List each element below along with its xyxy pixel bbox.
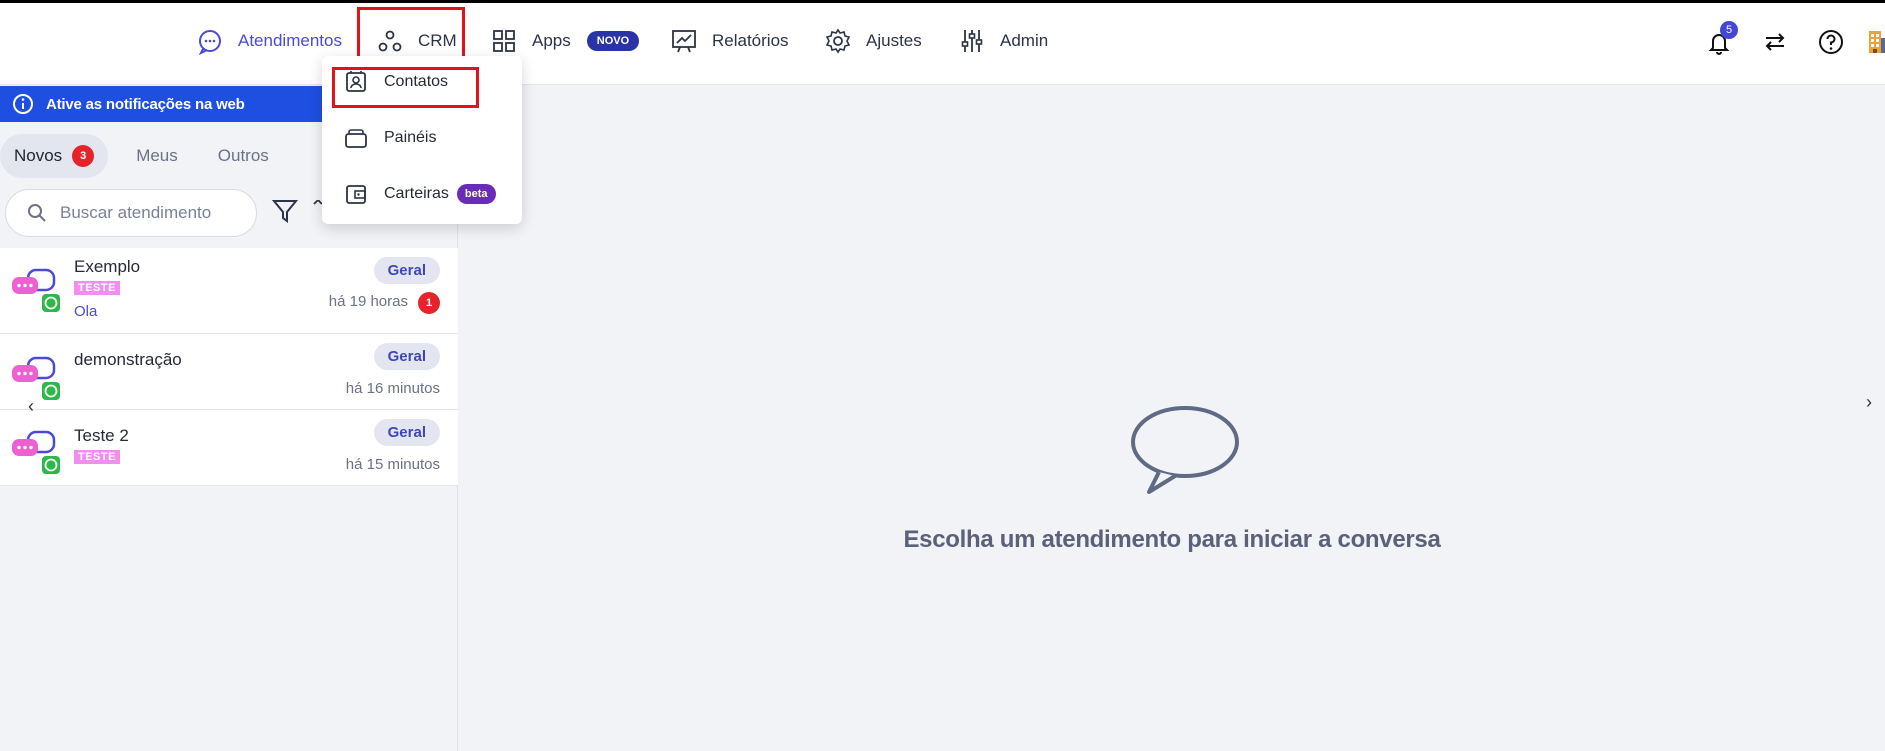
banner-text: Ative as notificações na web bbox=[46, 95, 245, 113]
contact-name: Exemplo bbox=[74, 257, 141, 276]
queue-badge: Geral bbox=[373, 419, 440, 446]
notifications-button[interactable]: 5 bbox=[1702, 21, 1738, 59]
whatsapp-chat-avatar-icon bbox=[10, 424, 62, 476]
chat-bubble-icon bbox=[198, 30, 221, 55]
filter-icon bbox=[271, 200, 299, 223]
help-circle-icon bbox=[1819, 30, 1843, 54]
nav-relatorios[interactable]: Relatórios bbox=[670, 25, 789, 57]
contact-name: Teste 2 bbox=[74, 426, 129, 445]
gear-icon bbox=[825, 28, 851, 54]
nav-relatorios-label: Relatórios bbox=[712, 31, 789, 50]
filter-button[interactable] bbox=[270, 196, 300, 230]
nav-crm[interactable]: CRM bbox=[376, 25, 457, 57]
grid-icon bbox=[493, 30, 515, 52]
novos-count-badge: 3 bbox=[72, 145, 95, 167]
notification-count-badge: 5 bbox=[1720, 21, 1738, 39]
menu-item-carteiras-label: Carteiras bbox=[384, 185, 449, 202]
company-button[interactable] bbox=[1861, 25, 1885, 59]
search-input[interactable] bbox=[60, 203, 240, 223]
conversation-area: Escolha um atendimento para iniciar a co… bbox=[459, 86, 1885, 751]
contact-name: demonstração bbox=[74, 350, 182, 369]
info-icon bbox=[13, 94, 33, 114]
search-icon bbox=[28, 204, 46, 222]
menu-item-carteiras[interactable]: Carteiras beta bbox=[322, 172, 522, 216]
tab-outros-label: Outros bbox=[217, 146, 269, 165]
whatsapp-chat-avatar-icon bbox=[10, 350, 62, 402]
last-activity-time: há 16 minutos bbox=[345, 380, 440, 397]
tab-novos-label: Novos bbox=[14, 146, 63, 165]
tab-novos[interactable]: Novos 3 bbox=[0, 134, 109, 178]
building-icon bbox=[1869, 31, 1885, 53]
top-navigation-bar: Atendimentos CRM Apps NOVO Relatórios Aj… bbox=[0, 3, 1885, 85]
last-activity-time: há 15 minutos bbox=[345, 456, 440, 473]
nav-ajustes[interactable]: Ajustes bbox=[824, 25, 922, 57]
contact-card-icon bbox=[346, 71, 366, 92]
new-badge: NOVO bbox=[586, 31, 640, 51]
search-box bbox=[5, 189, 257, 237]
nav-crm-label: CRM bbox=[418, 31, 457, 50]
menu-item-paineis-label: Painéis bbox=[384, 129, 437, 146]
nav-atendimentos[interactable]: Atendimentos bbox=[196, 25, 342, 57]
tab-meus[interactable]: Meus bbox=[122, 134, 192, 178]
speech-bubble-icon bbox=[1131, 406, 1239, 494]
unread-count-badge: 1 bbox=[418, 292, 440, 314]
chevron-right-icon[interactable]: › bbox=[1866, 392, 1872, 413]
chart-board-icon bbox=[672, 30, 696, 53]
nav-apps-label: Apps bbox=[532, 31, 571, 50]
sliders-icon bbox=[961, 30, 983, 52]
wallet-icon bbox=[346, 185, 366, 204]
empty-state-message: Escolha um atendimento para iniciar a co… bbox=[903, 526, 1441, 553]
last-activity-time: há 19 horas bbox=[328, 293, 408, 310]
chevron-left-icon[interactable]: ‹ bbox=[28, 396, 34, 417]
whatsapp-chat-avatar-icon bbox=[10, 262, 62, 314]
crm-dropdown-menu: Contatos Painéis Carteiras beta bbox=[322, 56, 522, 224]
switch-button[interactable] bbox=[1758, 25, 1792, 59]
conversation-row[interactable]: demonstração Geral há 16 minutos bbox=[0, 334, 458, 410]
queue-badge: Geral bbox=[373, 343, 440, 370]
conversation-row[interactable]: Teste 2 TESTE Geral há 15 minutos bbox=[0, 410, 458, 486]
panels-icon bbox=[345, 129, 367, 148]
swap-arrows-icon bbox=[1765, 33, 1785, 51]
menu-item-paineis[interactable]: Painéis bbox=[322, 116, 522, 160]
tab-outros[interactable]: Outros bbox=[204, 134, 283, 178]
nav-apps[interactable]: Apps NOVO bbox=[490, 25, 640, 57]
help-button[interactable] bbox=[1814, 25, 1848, 59]
nav-admin[interactable]: Admin bbox=[958, 25, 1048, 57]
contact-tag: TESTE bbox=[74, 450, 120, 464]
queue-badge: Geral bbox=[373, 257, 440, 284]
nav-atendimentos-label: Atendimentos bbox=[238, 31, 342, 50]
tab-meus-label: Meus bbox=[136, 146, 178, 165]
crm-network-icon bbox=[378, 30, 402, 52]
beta-badge: beta bbox=[456, 184, 496, 204]
contact-tag: TESTE bbox=[74, 281, 120, 295]
conversation-tabs: Novos 3 Meus Outros bbox=[0, 134, 283, 178]
nav-admin-label: Admin bbox=[1000, 31, 1049, 50]
conversation-list: Exemplo TESTE Ola Geral há 19 horas 1 de… bbox=[0, 248, 458, 486]
menu-item-contatos[interactable]: Contatos bbox=[322, 60, 522, 104]
nav-ajustes-label: Ajustes bbox=[866, 31, 922, 50]
menu-item-contatos-label: Contatos bbox=[384, 73, 449, 90]
conversation-row[interactable]: Exemplo TESTE Ola Geral há 19 horas 1 bbox=[0, 248, 458, 334]
last-message: Ola bbox=[74, 303, 98, 320]
